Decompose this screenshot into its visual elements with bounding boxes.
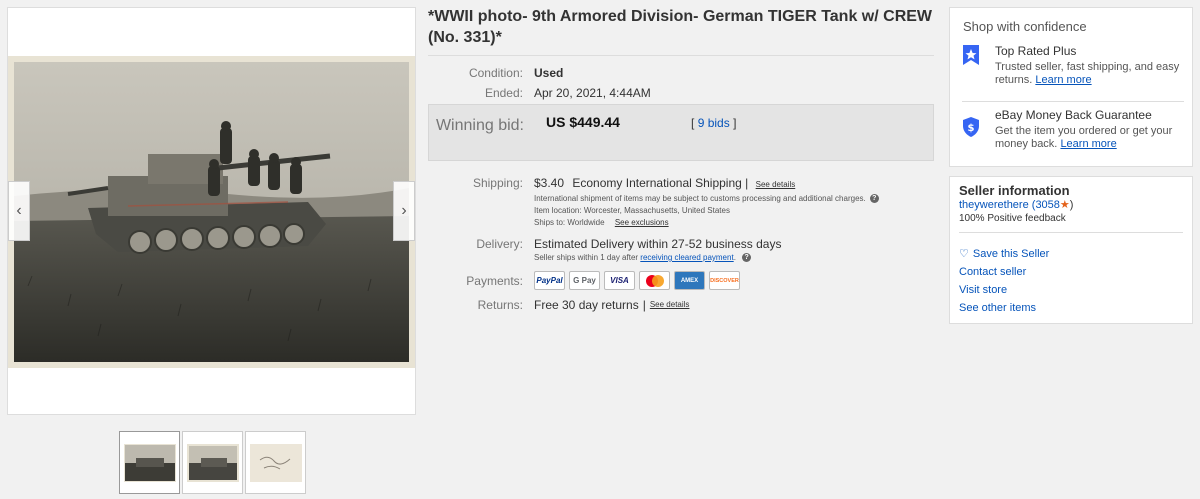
delivery-info: Estimated Delivery within 27-52 business…: [534, 236, 781, 264]
ended-value: Apr 20, 2021, 4:44AM: [534, 86, 651, 100]
returns-separator: |: [642, 298, 646, 312]
ships-to: Ships to: Worldwide See exclusions: [534, 217, 879, 229]
google-pay-icon: G Pay: [569, 271, 600, 290]
condition-label: Condition:: [468, 66, 523, 80]
thumbnail-strip: [119, 431, 306, 494]
delivery-estimate: Estimated Delivery within 27-52 business…: [534, 237, 782, 251]
help-icon[interactable]: ?: [869, 194, 879, 204]
delivery-note: Seller ships within 1 day after receivin…: [534, 252, 781, 264]
bids-bracket-open: [: [691, 116, 695, 130]
ended-row: Ended: Apr 20, 2021, 4:44AM: [428, 85, 934, 101]
shop-with-confidence-panel: Shop with confidence Top Rated Plus Trus…: [949, 7, 1193, 167]
item-title: *WWII photo- 9th Armored Division- Germa…: [428, 6, 934, 56]
shipping-row: Shipping: $3.40 Economy International Sh…: [428, 175, 934, 229]
listing-page: ‹ › *WWII photo- 9th Armored Division- G…: [0, 0, 1200, 499]
image-viewer: ‹ ›: [7, 7, 416, 415]
returns-row: Returns: Free 30 day returns | See detai…: [428, 297, 934, 313]
chevron-right-icon: ›: [401, 202, 407, 219]
feedback-star-icon: ★: [1059, 199, 1070, 211]
ships-to-value: Worldwide: [567, 218, 605, 227]
cleared-payment-link[interactable]: receiving cleared payment: [640, 253, 733, 262]
delivery-row: Delivery: Estimated Delivery within 27-5…: [428, 236, 934, 264]
ships-to-label: Ships to:: [534, 218, 566, 227]
next-image-button[interactable]: ›: [393, 181, 415, 241]
shield-icon: $: [962, 108, 982, 151]
returns-value: Free 30 day returns: [534, 298, 639, 312]
top-rated-learn-more-link[interactable]: Learn more: [1035, 74, 1091, 86]
payment-methods: PayPal G Pay VISA AMEX DISCOVER: [534, 271, 740, 290]
item-details: *WWII photo- 9th Armored Division- Germa…: [428, 6, 934, 313]
svg-text:$: $: [968, 123, 975, 134]
returns-label: Returns:: [477, 298, 523, 312]
condition-row: Condition: Used: [428, 65, 934, 81]
paypal-icon: PayPal: [534, 271, 565, 290]
thumbnail-2[interactable]: [182, 431, 243, 494]
seller-score-close: ): [1069, 199, 1074, 211]
thumbnail-1[interactable]: [119, 431, 180, 494]
see-other-items-link[interactable]: See other items: [959, 302, 1036, 314]
chevron-left-icon: ‹: [16, 202, 22, 219]
winning-bid-value: US $449.44: [546, 114, 620, 130]
seller-score[interactable]: (3058: [1032, 199, 1060, 211]
guarantee-desc: Get the item you ordered or get your mon…: [995, 125, 1184, 151]
guarantee-title: eBay Money Back Guarantee: [995, 108, 1152, 122]
shipping-info: $3.40 Economy International Shipping | S…: [534, 175, 879, 229]
payments-label: Payments:: [466, 273, 523, 288]
money-back-guarantee: $ eBay Money Back Guarantee Get the item…: [962, 108, 1184, 151]
divider: [959, 232, 1183, 233]
main-photo[interactable]: [8, 56, 415, 368]
exclusions-link[interactable]: See exclusions: [615, 218, 669, 227]
item-location-value: Worcester, Massachusetts, United States: [583, 206, 730, 215]
heart-icon: ♡: [959, 248, 969, 260]
seller-name-line: theywerethere (3058★): [959, 198, 1073, 211]
seller-heading: Seller information: [959, 183, 1070, 198]
winning-bid-box: Winning bid: US $449.44 [ 9 bids ]: [428, 104, 934, 161]
save-seller-link[interactable]: ♡ Save this Seller: [959, 247, 1049, 260]
help-icon[interactable]: ?: [742, 253, 752, 263]
returns-details-link[interactable]: See details: [650, 297, 690, 313]
visa-icon: VISA: [604, 271, 635, 290]
save-seller-label: Save this Seller: [972, 248, 1050, 260]
top-rated-badge-icon: [962, 44, 982, 87]
delivery-note-prefix: Seller ships within 1 day after: [534, 253, 639, 262]
seller-information-panel: Seller information theywerethere (3058★)…: [949, 176, 1193, 324]
mastercard-icon: [639, 271, 670, 290]
top-rated-plus: Top Rated Plus Trusted seller, fast ship…: [962, 44, 1184, 87]
delivery-note-suffix: .: [733, 253, 736, 262]
ended-label: Ended:: [484, 86, 523, 100]
guarantee-learn-more-link[interactable]: Learn more: [1060, 138, 1116, 150]
amex-icon: AMEX: [674, 271, 705, 290]
top-rated-desc: Trusted seller, fast shipping, and easy …: [995, 61, 1184, 87]
payments-row: Payments: PayPal G Pay VISA AMEX DISCOVE…: [428, 271, 934, 290]
shipping-method: Economy International Shipping: [572, 176, 742, 190]
shipping-label: Shipping:: [472, 176, 523, 190]
divider: [962, 101, 1184, 102]
shipping-price: $3.40: [534, 176, 565, 190]
bids-link[interactable]: 9 bids: [698, 116, 730, 130]
item-location: Item location: Worcester, Massachusetts,…: [534, 205, 879, 217]
contact-seller-link[interactable]: Contact seller: [959, 266, 1026, 278]
seller-name-link[interactable]: theywerethere: [959, 199, 1029, 211]
confidence-heading: Shop with confidence: [963, 19, 1087, 34]
thumbnail-3[interactable]: [245, 431, 306, 494]
positive-feedback: 100% Positive feedback: [959, 213, 1066, 224]
bid-count: [ 9 bids ]: [691, 116, 736, 130]
visit-store-link[interactable]: Visit store: [959, 284, 1007, 296]
bids-bracket-close: ]: [733, 116, 737, 130]
previous-image-button[interactable]: ‹: [8, 181, 30, 241]
shipping-separator: |: [745, 176, 749, 190]
winning-bid-label: Winning bid:: [435, 117, 524, 134]
customs-note: International shipment of items may be s…: [534, 193, 879, 205]
discover-icon: DISCOVER: [709, 271, 740, 290]
customs-note-text: International shipment of items may be s…: [534, 194, 866, 203]
shipping-details-link[interactable]: See details: [756, 180, 796, 189]
item-location-label: Item location:: [534, 206, 582, 215]
top-rated-title: Top Rated Plus: [995, 44, 1077, 58]
condition-value: Used: [534, 66, 564, 80]
delivery-label: Delivery:: [476, 237, 523, 251]
